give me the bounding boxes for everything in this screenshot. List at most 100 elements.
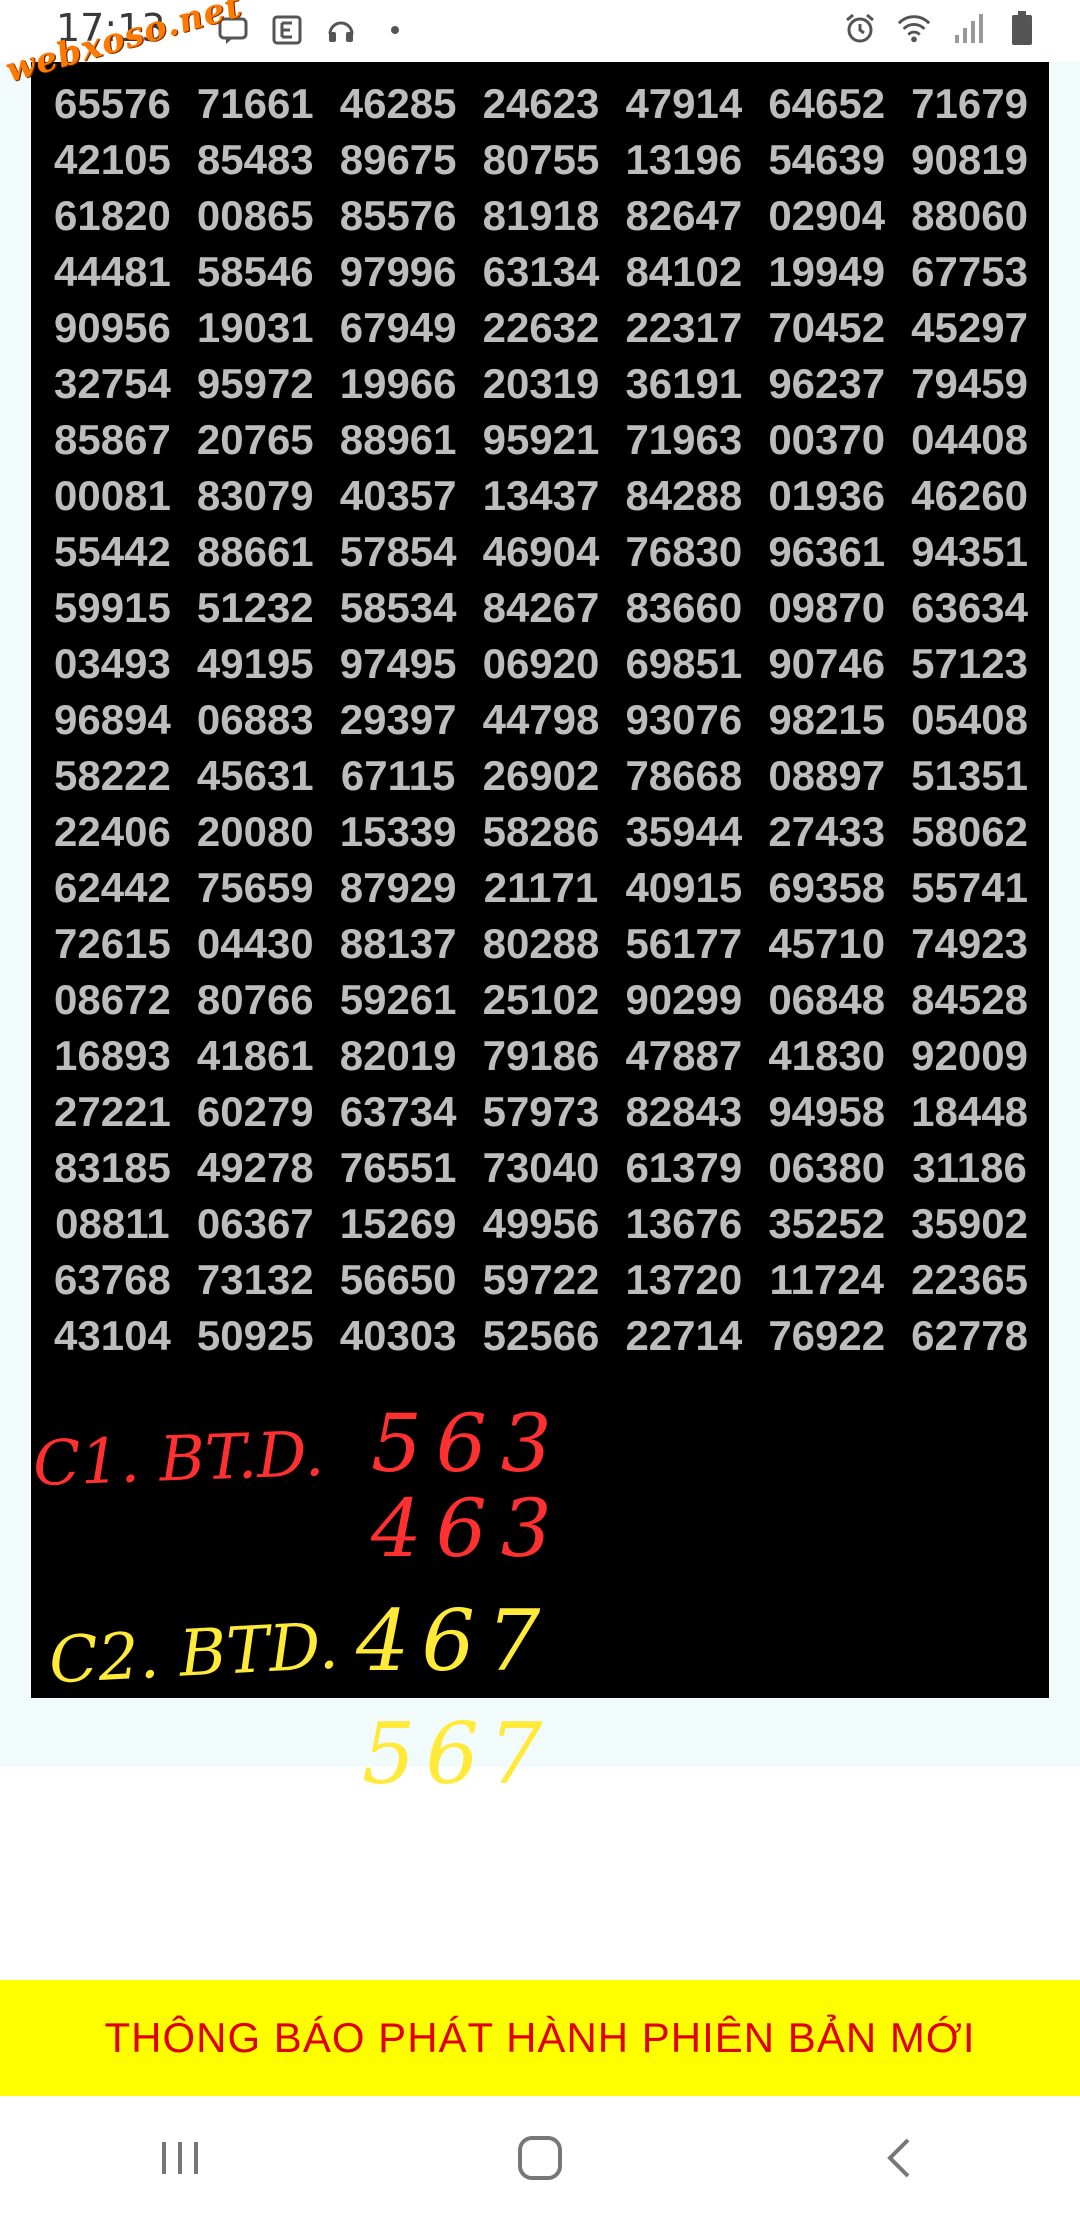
number-cell: 49195 xyxy=(196,640,314,687)
number-cell: 06920 xyxy=(482,640,600,687)
number-cell: 00370 xyxy=(768,416,886,463)
number-cell: 88060 xyxy=(911,192,1028,239)
number-cell: 67949 xyxy=(339,304,457,351)
number-cell: 25102 xyxy=(482,976,600,1023)
number-cell: 47887 xyxy=(625,1032,743,1079)
status-icons-right xyxy=(842,10,1040,46)
number-cell: 57854 xyxy=(339,528,457,575)
number-cell: 58286 xyxy=(482,808,600,855)
number-cell: 41861 xyxy=(196,1032,314,1079)
number-cell: 84267 xyxy=(482,584,600,631)
alarm-icon xyxy=(842,10,878,46)
number-cell: 22406 xyxy=(54,808,171,855)
number-cell: 89675 xyxy=(339,136,457,183)
number-cell: 58546 xyxy=(196,248,314,295)
number-cell: 84528 xyxy=(911,976,1028,1023)
number-cell: 85576 xyxy=(339,192,457,239)
back-chevron-icon xyxy=(887,2138,910,2178)
number-cell: 78668 xyxy=(625,752,743,799)
number-cell: 13196 xyxy=(625,136,743,183)
number-cell: 60279 xyxy=(196,1088,314,1135)
number-cell: 55741 xyxy=(911,864,1028,911)
number-grid: 65576 71661 46285 24623 47914 64652 71679 42105… xyxy=(41,76,1041,1364)
number-cell: 08897 xyxy=(768,752,886,799)
number-cell: 31186 xyxy=(912,1144,1027,1191)
update-banner[interactable]: THÔNG BÁO PHÁT HÀNH PHIÊN BẢN MỚI xyxy=(0,1980,1080,2096)
number-cell: 57123 xyxy=(911,640,1028,687)
number-cell: 11724 xyxy=(769,1256,884,1303)
number-cell: 20319 xyxy=(482,360,600,407)
number-cell: 06848 xyxy=(768,976,886,1023)
number-cell: 40915 xyxy=(625,864,743,911)
number-cell: 44481 xyxy=(54,248,171,295)
number-cell: 87929 xyxy=(339,864,457,911)
number-cell: 44798 xyxy=(482,696,600,743)
number-cell: 22365 xyxy=(911,1256,1028,1303)
c1-line2: 463 xyxy=(371,1482,566,1575)
number-cell: 02904 xyxy=(768,192,886,239)
number-cell: 67115 xyxy=(340,752,456,799)
number-cell: 82843 xyxy=(625,1088,743,1135)
signal-icon xyxy=(950,10,986,46)
number-cell: 67753 xyxy=(911,248,1028,295)
number-cell: 27433 xyxy=(768,808,886,855)
number-cell: 63734 xyxy=(339,1088,457,1135)
number-cell: 69358 xyxy=(768,864,886,911)
number-cell: 82019 xyxy=(339,1032,457,1079)
number-cell: 59915 xyxy=(54,584,171,631)
number-cell: 83185 xyxy=(54,1144,171,1191)
number-cell: 96894 xyxy=(54,696,171,743)
number-cell: 59261 xyxy=(339,976,457,1023)
number-cell: 13437 xyxy=(482,472,600,519)
number-cell: 93076 xyxy=(625,696,743,743)
number-cell: 50925 xyxy=(196,1312,314,1359)
number-cell: 84102 xyxy=(625,248,743,295)
back-button[interactable] xyxy=(860,2118,940,2198)
number-cell: 62778 xyxy=(911,1312,1028,1359)
number-cell: 81918 xyxy=(482,192,600,239)
headset-icon xyxy=(323,12,359,48)
number-cell: 58062 xyxy=(911,808,1028,855)
number-cell: 06367 xyxy=(196,1200,314,1247)
number-cell: 19031 xyxy=(196,304,314,351)
number-cell: 74923 xyxy=(911,920,1028,967)
number-cell: 97495 xyxy=(339,640,457,687)
number-cell: 61379 xyxy=(625,1144,743,1191)
number-cell: 51232 xyxy=(196,584,314,631)
number-cell: 61820 xyxy=(54,192,171,239)
number-cell: 80288 xyxy=(482,920,600,967)
number-cell: 73132 xyxy=(196,1256,314,1303)
number-cell: 55442 xyxy=(54,528,171,575)
number-cell: 79459 xyxy=(911,360,1028,407)
number-cell: 56650 xyxy=(339,1256,457,1303)
number-cell: 90819 xyxy=(911,136,1028,183)
number-cell: 08811 xyxy=(55,1200,170,1247)
c2-line2: 567 xyxy=(362,1705,553,1803)
number-cell: 84288 xyxy=(625,472,743,519)
number-cell: 54639 xyxy=(768,136,886,183)
number-cell: 13720 xyxy=(625,1256,743,1303)
number-cell: 71679 xyxy=(911,80,1028,127)
number-cell: 45631 xyxy=(196,752,314,799)
number-cell: 83660 xyxy=(625,584,743,631)
number-cell: 18448 xyxy=(911,1088,1028,1135)
number-cell: 21171 xyxy=(483,864,599,911)
recent-apps-button[interactable] xyxy=(140,2118,220,2198)
number-cell: 88661 xyxy=(196,528,314,575)
notification-dot-icon xyxy=(377,12,413,48)
number-cell: 00081 xyxy=(54,472,171,519)
number-cell: 80766 xyxy=(196,976,314,1023)
home-button[interactable] xyxy=(500,2118,580,2198)
number-cell: 98215 xyxy=(768,696,886,743)
number-cell: 42105 xyxy=(54,136,171,183)
number-cell: 83079 xyxy=(196,472,314,519)
number-cell: 26902 xyxy=(482,752,600,799)
number-cell: 04408 xyxy=(911,416,1028,463)
number-cell: 56177 xyxy=(625,920,743,967)
number-cell: 85867 xyxy=(54,416,171,463)
number-cell: 96237 xyxy=(768,360,886,407)
number-cell: 32754 xyxy=(54,360,171,407)
number-cell: 88961 xyxy=(339,416,457,463)
number-cell: 90956 xyxy=(54,304,171,351)
number-cell: 03493 xyxy=(54,640,171,687)
